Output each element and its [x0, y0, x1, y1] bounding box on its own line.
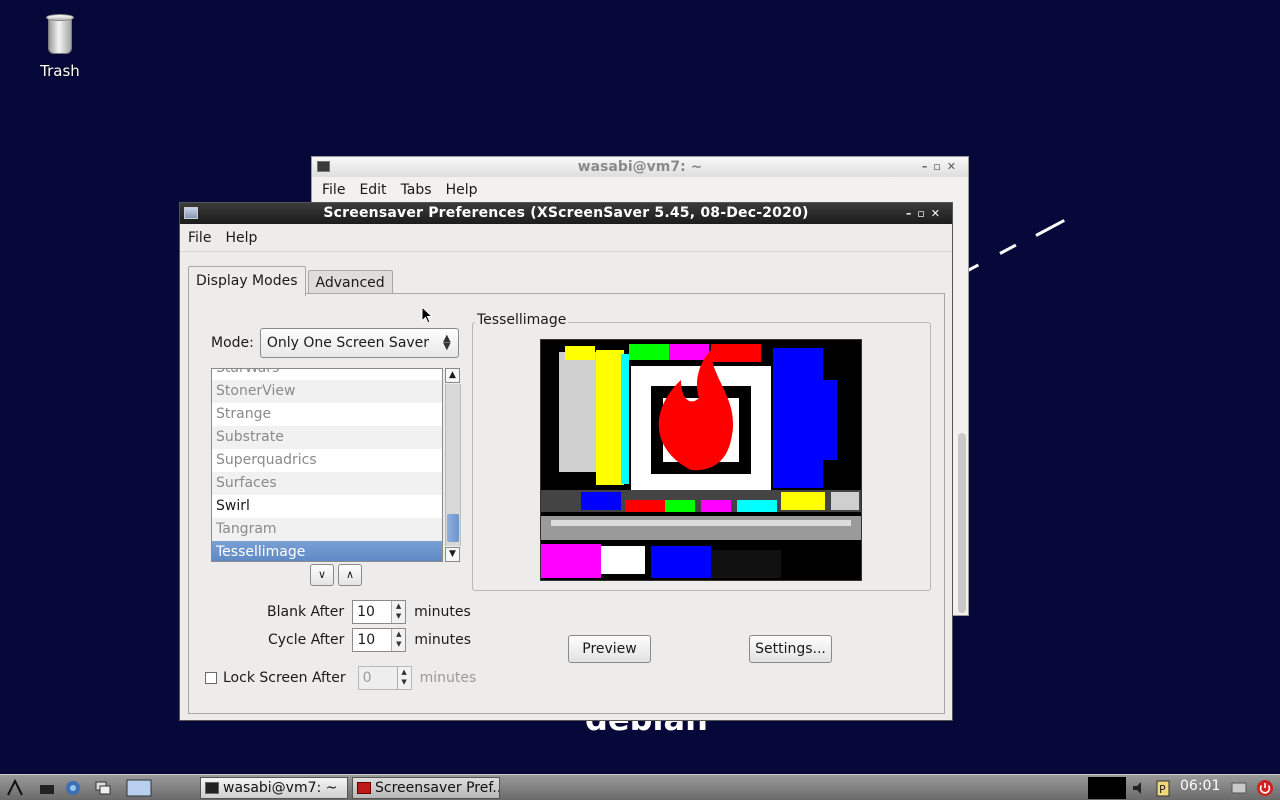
menu-help[interactable]: Help — [225, 230, 257, 246]
list-item[interactable]: StarWars — [212, 369, 442, 380]
spinner-arrows-icon: ▲ ▼ — [396, 667, 411, 689]
dialog-titlebar[interactable]: Screensaver Preferences (XScreenSaver 5.… — [180, 203, 952, 224]
trash-desktop-icon[interactable]: Trash — [30, 12, 90, 80]
blank-after-unit: minutes — [414, 604, 471, 620]
move-down-button[interactable]: ∨ — [310, 564, 334, 586]
clipboard-icon[interactable]: P — [1154, 779, 1172, 797]
menu-file[interactable]: File — [188, 230, 211, 246]
mouse-cursor-icon — [421, 306, 433, 324]
lock-screen-value: 0 — [362, 670, 372, 686]
terminal-titlebar[interactable]: wasabi@vm7: ~ –▫✕ — [312, 157, 968, 177]
lock-screen-label[interactable]: Lock Screen After — [223, 670, 346, 686]
spinner-arrows-icon[interactable]: ▲ ▼ — [391, 601, 406, 623]
list-move-buttons: ∨ ∧ — [310, 564, 362, 586]
screensaver-preferences-window[interactable]: Screensaver Preferences (XScreenSaver 5.… — [179, 202, 953, 721]
terminal-title: wasabi@vm7: ~ — [577, 159, 703, 175]
list-item[interactable]: Superquadrics — [212, 449, 442, 472]
window-icon — [184, 207, 198, 219]
lock-screen-unit: minutes — [419, 670, 477, 686]
terminal-icon — [205, 782, 219, 794]
cycle-after-label: Cycle After — [268, 632, 345, 648]
trash-label: Trash — [40, 62, 80, 80]
screensaver-icon — [357, 782, 371, 794]
terminal-menu-file[interactable]: File — [322, 182, 345, 198]
terminal-scrollbar[interactable] — [958, 433, 966, 613]
blank-after-value: 10 — [357, 604, 375, 620]
tab-advanced[interactable]: Advanced — [307, 270, 393, 295]
mode-label: Mode: — [211, 335, 254, 351]
blank-after-row: Blank After 10 ▲ ▼ minutes — [267, 600, 471, 624]
terminal-icon — [317, 161, 330, 172]
taskbar: wasabi@vm7: ~ Screensaver Pref... P 06:0… — [0, 774, 1280, 800]
cycle-after-row: Cycle After 10 ▲ ▼ minutes — [268, 628, 471, 652]
scroll-track[interactable] — [445, 384, 461, 546]
window-controls[interactable]: –▫✕ — [922, 157, 962, 177]
display-modes-panel: Mode: Only One Screen Saver ▲ ▼ StarWars S… — [188, 293, 945, 714]
list-item[interactable]: StonerView — [212, 380, 442, 403]
task-label-screensaver: Screensaver Pref... — [375, 780, 500, 796]
list-item[interactable]: Tessellimage — [212, 541, 442, 561]
list-item[interactable]: Tangram — [212, 518, 442, 541]
list-item[interactable]: Surfaces — [212, 472, 442, 495]
list-item[interactable]: Substrate — [212, 426, 442, 449]
blank-after-label: Blank After — [267, 604, 345, 620]
tessellimage-preview-image — [541, 340, 861, 580]
blank-after-spinner[interactable]: 10 ▲ ▼ — [352, 600, 407, 624]
cpu-monitor — [1088, 777, 1126, 799]
terminal-menubar: File Edit Tabs Help — [312, 177, 968, 203]
mode-row: Mode: Only One Screen Saver ▲ ▼ — [211, 328, 459, 358]
task-label-terminal: wasabi@vm7: ~ — [223, 780, 338, 796]
scroll-down-icon[interactable]: ▼ — [445, 547, 460, 562]
svg-text:P: P — [1159, 783, 1166, 796]
terminal-menu-tabs[interactable]: Tabs — [401, 182, 432, 198]
move-up-button[interactable]: ∧ — [338, 564, 362, 586]
lock-screen-row: Lock Screen After 0 ▲ ▼ minutes — [205, 666, 476, 690]
lock-screen-checkbox[interactable] — [205, 672, 217, 684]
cycle-after-value: 10 — [357, 632, 376, 648]
preview-frame-label: Tessellimage — [475, 312, 569, 328]
desktop-pager-icon[interactable] — [126, 779, 152, 797]
list-item[interactable]: Swirl — [212, 495, 442, 518]
tab-display-modes[interactable]: Display Modes — [188, 266, 306, 296]
cycle-after-unit: minutes — [414, 632, 472, 648]
screensaver-preview — [540, 339, 862, 581]
start-menu-icon[interactable] — [6, 779, 24, 797]
updown-arrow-icon: ▲ ▼ — [443, 333, 451, 352]
mode-select-value: Only One Screen Saver — [266, 335, 430, 351]
terminal-menu-edit[interactable]: Edit — [359, 182, 386, 198]
scroll-thumb[interactable] — [447, 514, 459, 542]
mode-select[interactable]: Only One Screen Saver ▲ ▼ — [259, 328, 459, 358]
preview-button[interactable]: Preview — [568, 635, 651, 663]
volume-icon[interactable] — [1130, 779, 1148, 797]
dialog-menubar: File Help — [180, 224, 952, 252]
lock-screen-spinner: 0 ▲ ▼ — [357, 666, 412, 690]
list-item[interactable]: Strange — [212, 403, 442, 426]
chevron-down-icon: ∨ — [317, 568, 327, 581]
dialog-title: Screensaver Preferences (XScreenSaver 5.… — [323, 205, 809, 221]
cycle-after-spinner[interactable]: 10 ▲ ▼ — [352, 628, 407, 652]
web-browser-icon[interactable] — [64, 779, 82, 797]
screensaver-list[interactable]: StarWars StonerView Strange Substrate Superq… — [211, 368, 443, 562]
scroll-up-icon[interactable]: ▲ — [445, 368, 460, 383]
settings-button[interactable]: Settings... — [749, 635, 832, 663]
taskbar-task-screensaver[interactable]: Screensaver Pref... — [352, 777, 500, 799]
spinner-arrows-icon[interactable]: ▲ ▼ — [391, 629, 406, 651]
taskbar-task-terminal[interactable]: wasabi@vm7: ~ — [200, 777, 348, 799]
trash-icon — [45, 12, 75, 54]
tab-bar: Display Modes Advanced — [188, 265, 395, 296]
window-switcher-icon[interactable] — [94, 779, 112, 797]
taskbar-clock[interactable]: 06:01 — [1180, 778, 1220, 794]
chevron-up-icon: ∧ — [345, 568, 355, 581]
window-controls[interactable]: –▫✕ — [906, 203, 946, 224]
power-icon[interactable] — [1256, 779, 1274, 797]
terminal-menu-help[interactable]: Help — [446, 182, 478, 198]
lock-screen-icon[interactable] — [1230, 779, 1248, 797]
background-swirl-dash — [999, 243, 1017, 255]
list-scrollbar[interactable]: ▲ ▼ — [445, 368, 461, 562]
background-swirl-dash — [1035, 219, 1065, 237]
terminal-launcher-icon[interactable] — [38, 779, 56, 797]
